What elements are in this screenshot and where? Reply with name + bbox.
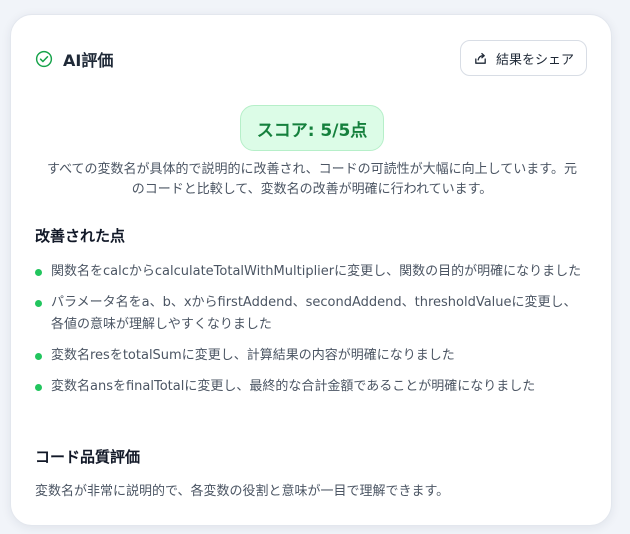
bullet-dot-icon xyxy=(35,353,42,360)
list-item-text: 変数名ansをfinalTotalに変更し、最終的な合計金額であることが明確にな… xyxy=(51,379,536,394)
share-icon xyxy=(475,52,486,64)
list-item: パラメータ名をa、b、xからfirstAddend、secondAddend、t… xyxy=(35,292,587,336)
improvements-list: 関数名をcalcからcalculateTotalWithMultiplierに変… xyxy=(35,261,587,407)
list-item-text: 関数名をcalcからcalculateTotalWithMultiplierに変… xyxy=(51,264,582,279)
check-circle-icon xyxy=(35,50,53,68)
card-header: AI評価 結果をシェア xyxy=(35,40,587,79)
list-item-text: パラメータ名をa、b、xからfirstAddend、secondAddend、t… xyxy=(51,295,577,332)
list-item-text: 変数名resをtotalSumに変更し、計算結果の内容が明確になりました xyxy=(51,348,455,363)
list-item: 変数名resをtotalSumに変更し、計算結果の内容が明確になりました xyxy=(35,345,587,367)
list-item: 変数名ansをfinalTotalに変更し、最終的な合計金額であることが明確にな… xyxy=(35,376,587,398)
code-quality-heading: コード品質評価 xyxy=(35,448,141,466)
bullet-dot-icon xyxy=(35,269,42,276)
share-button-label: 結果をシェア xyxy=(495,52,574,68)
score-badge: スコア: 5/5点 xyxy=(240,105,384,151)
evaluation-summary: すべての変数名が具体的で説明的に改善され、コードの可読性が大幅に向上しています。… xyxy=(46,162,577,197)
bullet-dot-icon xyxy=(35,300,42,307)
card-title: AI評価 xyxy=(63,51,114,70)
list-item: 関数名をcalcからcalculateTotalWithMultiplierに変… xyxy=(35,261,587,283)
ai-evaluation-card: AI評価 結果をシェア スコア: 5/5点 すべての変数名が具体的で説明的に改善… xyxy=(10,14,612,526)
title-group: AI評価 xyxy=(35,47,113,71)
bullet-dot-icon xyxy=(35,384,42,391)
code-quality-text: 変数名が非常に説明的で、各変数の役割と意味が一目で理解できます。 xyxy=(35,484,450,499)
improvements-heading: 改善された点 xyxy=(35,227,126,245)
share-result-button[interactable]: 結果をシェア xyxy=(459,40,587,76)
